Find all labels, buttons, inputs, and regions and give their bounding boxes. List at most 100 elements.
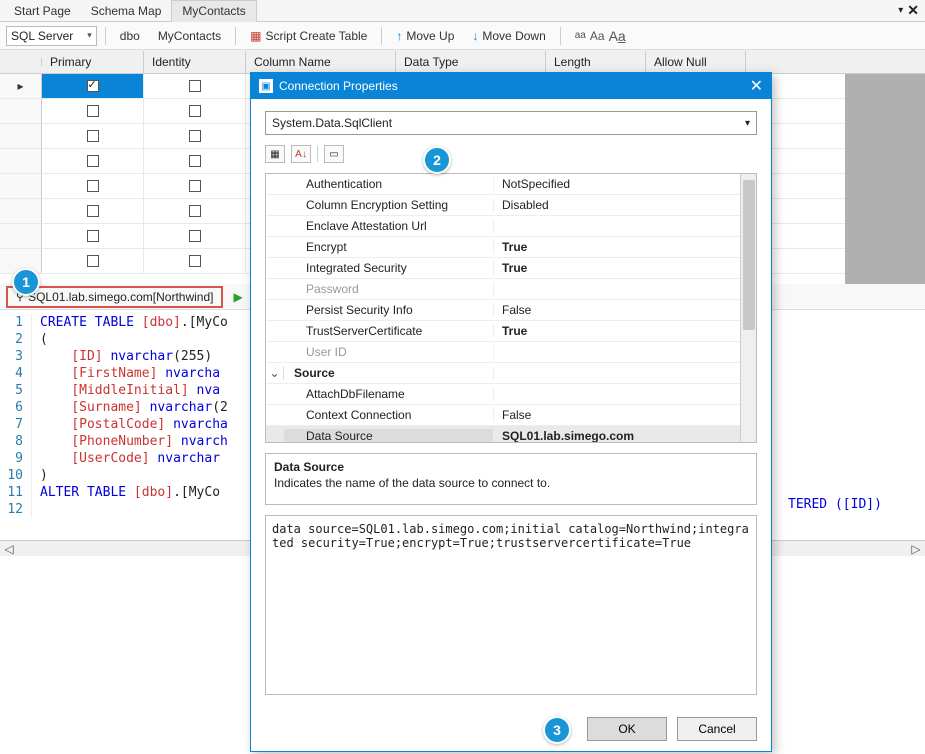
expand-icon[interactable]: ⌄: [266, 366, 284, 380]
property-row[interactable]: Password: [266, 279, 756, 300]
property-category-row[interactable]: ⌄Source: [266, 363, 756, 384]
primary-cell[interactable]: [42, 224, 144, 248]
property-name: Encrypt: [284, 240, 494, 254]
property-value[interactable]: False: [494, 303, 756, 317]
line-number: 3: [0, 348, 32, 365]
pin-icon[interactable]: ▾: [898, 5, 903, 16]
identity-cell[interactable]: [144, 224, 246, 248]
checkbox-icon[interactable]: [189, 155, 201, 167]
property-pages-icon[interactable]: ▭: [324, 145, 344, 163]
col-identity[interactable]: Identity: [144, 51, 246, 73]
checkbox-icon[interactable]: [87, 180, 99, 192]
col-column-name[interactable]: Column Name: [246, 51, 396, 73]
identity-cell[interactable]: [144, 249, 246, 273]
row-header[interactable]: ▸: [0, 74, 42, 98]
script-create-button[interactable]: ▦ Script Create Table: [244, 27, 373, 45]
move-down-button[interactable]: ↓ Move Down: [466, 27, 551, 45]
dialog-close-button[interactable]: ✕: [750, 76, 763, 96]
property-value[interactable]: SQL01.lab.simego.com: [494, 429, 756, 443]
identity-cell[interactable]: [144, 174, 246, 198]
code-text: [32, 501, 40, 518]
checkbox-icon[interactable]: [87, 255, 99, 267]
connection-string-box[interactable]: data source=SQL01.lab.simego.com;initial…: [265, 515, 757, 695]
property-scrollbar[interactable]: [740, 174, 756, 442]
property-value[interactable]: True: [494, 240, 756, 254]
checkbox-icon[interactable]: [87, 80, 99, 92]
primary-cell[interactable]: [42, 124, 144, 148]
categorize-icon[interactable]: ▦: [265, 145, 285, 163]
row-header[interactable]: [0, 99, 42, 123]
row-header[interactable]: [0, 174, 42, 198]
property-value[interactable]: Disabled: [494, 198, 756, 212]
identity-cell[interactable]: [144, 74, 246, 98]
property-value[interactable]: False: [494, 408, 756, 422]
property-row[interactable]: Persist Security InfoFalse: [266, 300, 756, 321]
property-row[interactable]: User ID: [266, 342, 756, 363]
tab-schema-map[interactable]: Schema Map: [81, 1, 172, 21]
col-primary[interactable]: Primary: [42, 51, 144, 73]
property-row[interactable]: AuthenticationNotSpecified: [266, 174, 756, 195]
table-select[interactable]: MyContacts: [152, 27, 227, 45]
identity-cell[interactable]: [144, 199, 246, 223]
col-data-type[interactable]: Data Type: [396, 51, 546, 73]
property-row[interactable]: Integrated SecurityTrue: [266, 258, 756, 279]
col-length[interactable]: Length: [546, 51, 646, 73]
checkbox-icon[interactable]: [87, 130, 99, 142]
row-header[interactable]: [0, 224, 42, 248]
font-size-buttons[interactable]: aa Aa Aa̲: [569, 26, 632, 46]
move-up-button[interactable]: ↑ Move Up: [390, 27, 460, 45]
checkbox-icon[interactable]: [189, 180, 201, 192]
checkbox-icon[interactable]: [87, 205, 99, 217]
primary-cell[interactable]: [42, 149, 144, 173]
provider-dropdown[interactable]: System.Data.SqlClient ▾: [265, 111, 757, 135]
schema-select[interactable]: dbo: [114, 27, 146, 45]
code-text: ): [32, 467, 48, 484]
connection-properties-dialog: ▣ Connection Properties ✕ System.Data.Sq…: [250, 72, 772, 752]
cancel-button[interactable]: Cancel: [677, 717, 757, 741]
row-header[interactable]: [0, 124, 42, 148]
primary-cell[interactable]: [42, 199, 144, 223]
property-row[interactable]: AttachDbFilename: [266, 384, 756, 405]
checkbox-icon[interactable]: [189, 255, 201, 267]
checkbox-icon[interactable]: [189, 130, 201, 142]
tab-mycontacts[interactable]: MyContacts: [171, 0, 256, 22]
ok-button[interactable]: OK: [587, 717, 667, 741]
sort-az-icon[interactable]: A↓: [291, 145, 311, 163]
checkbox-icon[interactable]: [189, 205, 201, 217]
col-allow-null[interactable]: Allow Null: [646, 51, 746, 73]
execute-button[interactable]: ▶: [233, 290, 242, 304]
property-grid[interactable]: AuthenticationNotSpecifiedColumn Encrypt…: [265, 173, 757, 443]
primary-cell[interactable]: [42, 174, 144, 198]
primary-cell[interactable]: [42, 99, 144, 123]
identity-cell[interactable]: [144, 99, 246, 123]
property-value[interactable]: NotSpecified: [494, 177, 756, 191]
row-header[interactable]: [0, 199, 42, 223]
checkbox-icon[interactable]: [189, 80, 201, 92]
row-header[interactable]: [0, 149, 42, 173]
provider-select[interactable]: SQL Server ▾: [6, 26, 97, 46]
identity-cell[interactable]: [144, 124, 246, 148]
property-value[interactable]: True: [494, 324, 756, 338]
property-row[interactable]: Enclave Attestation Url: [266, 216, 756, 237]
primary-cell[interactable]: [42, 74, 144, 98]
property-row[interactable]: Column Encryption SettingDisabled: [266, 195, 756, 216]
dialog-titlebar[interactable]: ▣ Connection Properties ✕: [251, 73, 771, 99]
scrollbar-thumb[interactable]: [743, 180, 755, 330]
scroll-right-icon[interactable]: ▷: [909, 542, 923, 556]
property-value[interactable]: True: [494, 261, 756, 275]
identity-cell[interactable]: [144, 149, 246, 173]
connection-display[interactable]: ⚲ SQL01.lab.simego.com[Northwind]: [6, 286, 223, 308]
scroll-left-icon[interactable]: ◁: [2, 542, 16, 556]
property-row[interactable]: Context ConnectionFalse: [266, 405, 756, 426]
property-row[interactable]: EncryptTrue: [266, 237, 756, 258]
property-row[interactable]: Data SourceSQL01.lab.simego.com: [266, 426, 756, 443]
checkbox-icon[interactable]: [87, 155, 99, 167]
checkbox-icon[interactable]: [87, 105, 99, 117]
tab-start-page[interactable]: Start Page: [4, 1, 81, 21]
checkbox-icon[interactable]: [189, 230, 201, 242]
checkbox-icon[interactable]: [189, 105, 201, 117]
property-row[interactable]: TrustServerCertificateTrue: [266, 321, 756, 342]
primary-cell[interactable]: [42, 249, 144, 273]
checkbox-icon[interactable]: [87, 230, 99, 242]
close-tab-icon[interactable]: ✕: [907, 2, 919, 19]
